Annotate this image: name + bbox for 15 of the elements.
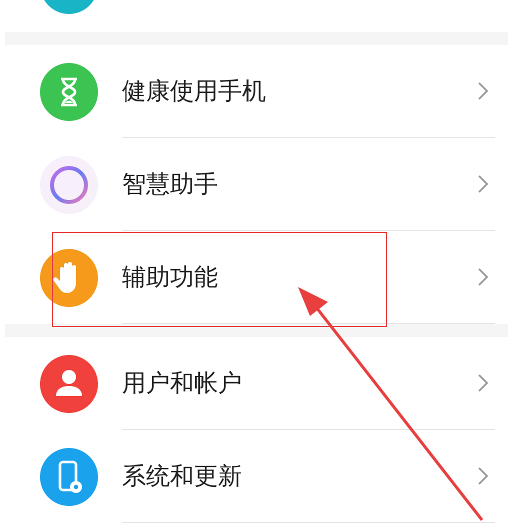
chevron-icon: [477, 81, 489, 101]
hand-icon: [40, 248, 98, 306]
ring-icon: [40, 156, 98, 214]
settings-item-label[interactable]: 辅助功能: [122, 261, 477, 293]
phone-settings-icon: [40, 448, 98, 506]
chevron-icon: [477, 466, 489, 486]
chevron-icon: [477, 174, 489, 194]
chevron-icon: [477, 373, 489, 393]
settings-item-label[interactable]: 健康使用手机: [122, 75, 477, 107]
settings-item-label[interactable]: 用户和帐户: [122, 367, 477, 399]
person-icon: [40, 354, 98, 412]
settings-item-label[interactable]: 系统和更新: [122, 460, 477, 492]
settings-item-label[interactable]: 智慧助手: [122, 168, 477, 200]
hourglass-icon: [40, 62, 98, 120]
chevron-icon: [477, 267, 489, 287]
